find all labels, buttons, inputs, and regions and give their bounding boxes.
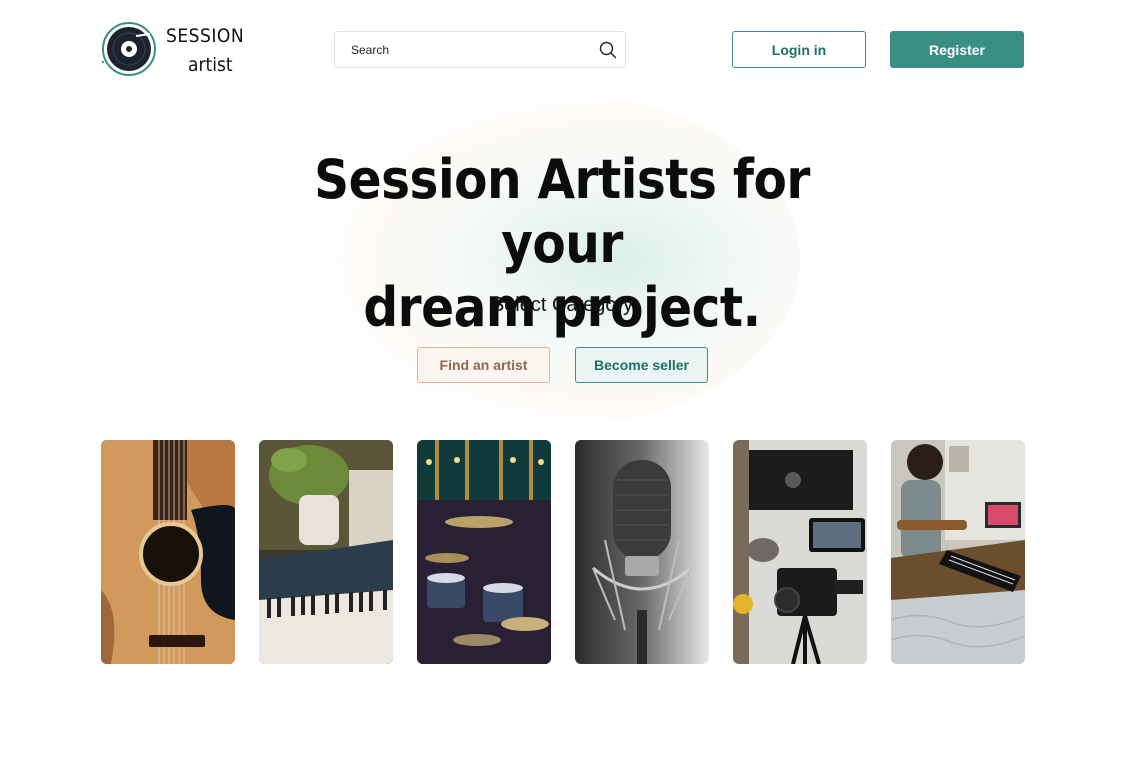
brand-wordmark: SESSION artist [166, 22, 244, 80]
register-button[interactable]: Register [890, 31, 1024, 68]
category-card-musician[interactable] [891, 440, 1025, 664]
category-card-drums[interactable] [417, 440, 551, 664]
category-card-video[interactable] [733, 440, 867, 664]
search-bar [334, 31, 626, 68]
category-card-piano[interactable] [259, 440, 393, 664]
piano-keys-image [259, 440, 393, 664]
brand-logo[interactable]: SESSION artist [100, 18, 244, 78]
video-camera-image [733, 440, 867, 664]
become-seller-button[interactable]: Become seller [575, 347, 708, 383]
select-category-label: Select Category [490, 294, 634, 316]
login-button[interactable]: Login in [732, 31, 866, 68]
brand-line2: artist [188, 54, 233, 76]
search-icon[interactable] [591, 32, 625, 67]
brand-line1: SESSION [166, 25, 245, 47]
vinyl-record-icon [101, 22, 156, 76]
search-input[interactable] [335, 32, 591, 67]
studio-microphone-image [575, 440, 709, 664]
musician-at-keyboard-image [891, 440, 1025, 664]
drum-kit-image [417, 440, 551, 664]
acoustic-guitar-image [101, 440, 235, 664]
category-card-guitar[interactable] [101, 440, 235, 664]
find-artist-button[interactable]: Find an artist [417, 347, 550, 383]
hero-title-line1: Session Artists for your [314, 148, 810, 275]
category-card-microphone[interactable] [575, 440, 709, 664]
